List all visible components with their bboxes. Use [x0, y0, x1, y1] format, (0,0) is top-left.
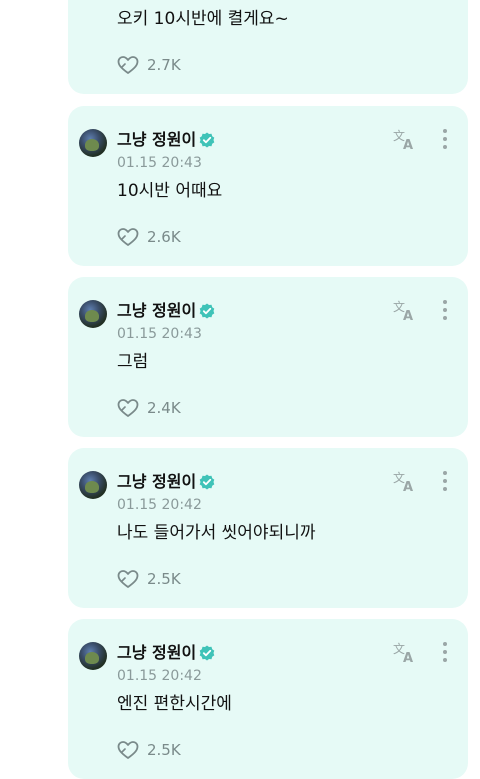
translate-icon[interactable]: 文 A — [393, 298, 417, 322]
message-text: 그럼 — [117, 352, 149, 372]
avatar[interactable] — [79, 642, 107, 670]
translate-icon[interactable]: 文 A — [393, 640, 417, 664]
message-card: 그냥 정원이 01.15 20:42 나도 들어가서 씻어야되니까 文 A 2.… — [68, 448, 468, 608]
message-card-partial: 오키 10시반에 켤게요~ 2.7K — [68, 0, 468, 94]
author-name: 그냥 정원이 — [117, 130, 197, 149]
message-text: 나도 들어가서 씻어야되니까 — [117, 523, 316, 543]
verified-badge-icon — [199, 474, 215, 490]
translate-icon[interactable]: 文 A — [393, 127, 417, 151]
like-count: 2.5K — [147, 741, 181, 759]
verified-badge-icon — [199, 303, 215, 319]
like-count: 2.5K — [147, 570, 181, 588]
like-count: 2.6K — [147, 228, 181, 246]
verified-badge-icon — [199, 645, 215, 661]
heart-like-icon — [117, 228, 139, 246]
author-name: 그냥 정원이 — [117, 643, 197, 662]
heart-like-icon — [117, 56, 139, 74]
message-card: 그냥 정원이 01.15 20:43 10시반 어때요 文 A 2.6K — [68, 106, 468, 266]
timestamp: 01.15 20:43 — [117, 155, 202, 171]
svg-text:A: A — [403, 138, 413, 151]
like-button[interactable]: 2.5K — [117, 569, 181, 589]
timestamp: 01.15 20:42 — [117, 668, 202, 684]
timestamp: 01.15 20:42 — [117, 497, 202, 513]
like-button[interactable]: 2.6K — [117, 227, 181, 247]
like-button[interactable]: 2.7K — [117, 55, 181, 75]
heart-like-icon — [117, 741, 139, 759]
message-card: 그냥 정원이 01.15 20:43 그럼 文 A 2.4K — [68, 277, 468, 437]
like-button[interactable]: 2.4K — [117, 398, 181, 418]
heart-like-icon — [117, 399, 139, 417]
heart-like-icon — [117, 570, 139, 588]
message-text: 10시반 어때요 — [117, 181, 223, 201]
avatar[interactable] — [79, 129, 107, 157]
timestamp: 01.15 20:43 — [117, 326, 202, 342]
svg-text:A: A — [403, 651, 413, 664]
author-name: 그냥 정원이 — [117, 301, 197, 320]
message-text: 오키 10시반에 켤게요~ — [117, 9, 289, 29]
more-vertical-icon[interactable] — [438, 641, 452, 663]
message-card: 그냥 정원이 01.15 20:42 엔진 편한시간에 文 A 2.5K — [68, 619, 468, 779]
avatar[interactable] — [79, 471, 107, 499]
avatar[interactable] — [79, 300, 107, 328]
svg-text:A: A — [403, 309, 413, 322]
like-button[interactable]: 2.5K — [117, 740, 181, 760]
author-name: 그냥 정원이 — [117, 472, 197, 491]
like-count: 2.7K — [147, 56, 181, 74]
translate-icon[interactable]: 文 A — [393, 469, 417, 493]
more-vertical-icon[interactable] — [438, 470, 452, 492]
svg-text:A: A — [403, 480, 413, 493]
more-vertical-icon[interactable] — [438, 299, 452, 321]
verified-badge-icon — [199, 132, 215, 148]
like-count: 2.4K — [147, 399, 181, 417]
more-vertical-icon[interactable] — [438, 128, 452, 150]
message-text: 엔진 편한시간에 — [117, 694, 232, 714]
